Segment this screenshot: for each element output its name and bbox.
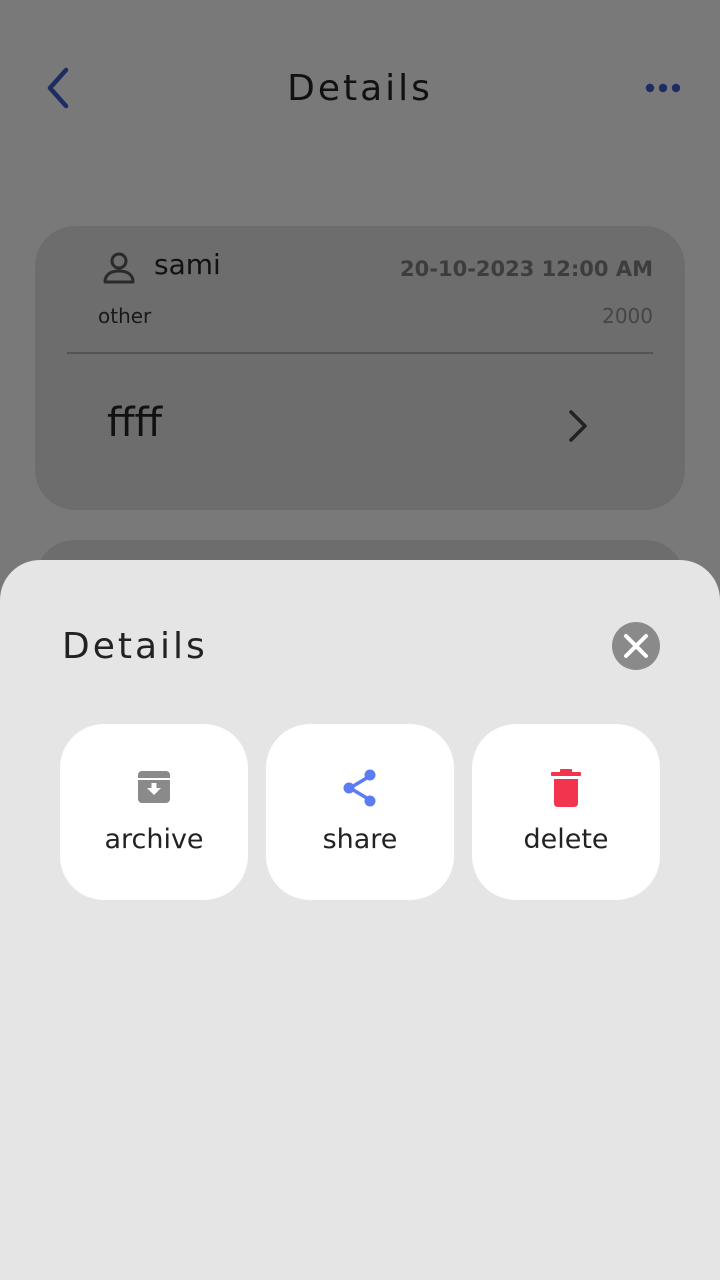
share-label: share: [322, 824, 398, 855]
archive-label: archive: [104, 824, 204, 855]
share-icon: [343, 769, 376, 807]
archive-button[interactable]: archive: [60, 724, 248, 900]
close-button[interactable]: [612, 622, 660, 670]
sheet-title: Details: [62, 626, 208, 667]
close-icon: [624, 634, 648, 658]
bottom-sheet: Details archive share delete: [0, 560, 720, 1280]
share-button[interactable]: share: [266, 724, 454, 900]
archive-icon: [138, 771, 170, 803]
action-buttons: archive share delete: [60, 724, 660, 900]
trash-icon: [551, 769, 581, 807]
delete-label: delete: [523, 824, 609, 855]
delete-button[interactable]: delete: [472, 724, 660, 900]
